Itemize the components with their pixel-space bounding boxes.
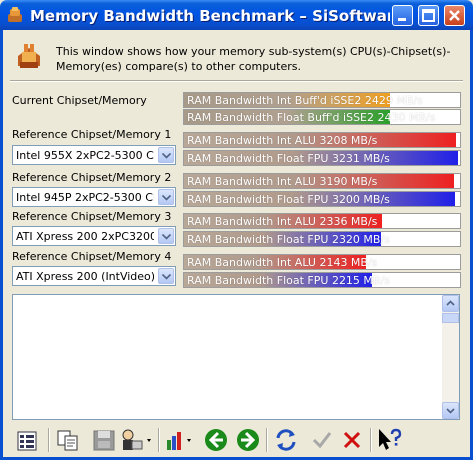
reference-4-int-bar-text: RAM Bandwidth Int ALU 2143 MB/s: [187, 256, 378, 269]
reference-3-value: ATI Xpress 200 2xPC3200 CL: [16, 230, 154, 243]
reference-1-dropdown-button[interactable]: [158, 147, 174, 163]
reference-1-float-bar-text: RAM Bandwidth Float FPU 3231 MB/s: [187, 152, 390, 165]
chevron-down-icon: [162, 153, 171, 159]
reference-4-label: Reference Chipset/Memory 4: [12, 250, 172, 263]
benchmark-icon: [18, 44, 40, 68]
scroll-up-button[interactable]: [442, 295, 459, 312]
minimize-button[interactable]: [392, 5, 413, 26]
report-icon: [17, 431, 37, 451]
cancel-button[interactable]: [338, 426, 366, 454]
ok-button[interactable]: [308, 426, 336, 454]
toolbar-separator: [370, 428, 372, 452]
current-float-bar: RAM Bandwidth Float Buff'd iSSE2 2430 MB…: [183, 109, 461, 125]
window-description: This window shows how your memory sub-sy…: [56, 45, 451, 73]
title-bar[interactable]: Memory Bandwidth Benchmark – SiSoftware …: [0, 0, 473, 30]
toolbar-separator: [48, 428, 50, 452]
report-button[interactable]: [14, 426, 42, 454]
reference-3-float-bar: RAM Bandwidth Float FPU 2320 MB/s: [183, 231, 461, 247]
reference-4-int-bar: RAM Bandwidth Int ALU 2143 MB/s: [183, 254, 461, 270]
forward-icon: [237, 429, 259, 451]
help-icon: [379, 428, 402, 450]
chart-icon: [167, 432, 191, 450]
chart-button[interactable]: [164, 426, 196, 454]
reference-2-int-bar-text: RAM Bandwidth Int ALU 3190 MB/s: [187, 175, 378, 188]
reference-1-int-bar: RAM Bandwidth Int ALU 3208 MB/s: [183, 132, 461, 148]
toolbar: [10, 424, 463, 456]
chevron-up-icon: [446, 300, 455, 306]
copy-icon: [57, 430, 78, 451]
reference-2-float-bar: RAM Bandwidth Float FPU 3200 MB/s: [183, 191, 461, 207]
reference-1-select[interactable]: Intel 955X 2xPC2-5300 CL5 D: [12, 145, 176, 165]
current-int-bar: RAM Bandwidth Int Buff'd iSSE2 2429 MB/s: [183, 92, 461, 108]
reference-3-label: Reference Chipset/Memory 3: [12, 210, 172, 223]
chevron-down-icon: [162, 234, 171, 240]
window-title: Memory Bandwidth Benchmark – SiSoftware …: [30, 7, 390, 25]
maximize-button[interactable]: [418, 5, 439, 26]
reference-2-select[interactable]: Intel 945P 2xPC2-5300 CL5 D: [12, 187, 176, 207]
reference-2-dropdown-button[interactable]: [158, 189, 174, 205]
cancel-icon: [343, 431, 361, 449]
refresh-button[interactable]: [272, 426, 300, 454]
scroll-thumb[interactable]: [442, 313, 459, 323]
chevron-down-icon: [446, 408, 455, 414]
reference-4-float-bar-text: RAM Bandwidth Float FPU 2215 MB/s: [187, 274, 390, 287]
save-icon: [93, 430, 115, 451]
back-button[interactable]: [202, 426, 230, 454]
forward-button[interactable]: [234, 426, 262, 454]
scroll-down-button[interactable]: [442, 402, 459, 419]
reference-4-select[interactable]: ATI Xpress 200 (IntVideo) 2x: [12, 266, 176, 286]
reference-4-value: ATI Xpress 200 (IntVideo) 2x: [16, 270, 154, 283]
reference-3-int-bar-text: RAM Bandwidth Int ALU 2336 MB/s: [187, 215, 378, 228]
reference-3-float-bar-text: RAM Bandwidth Float FPU 2320 MB/s: [187, 233, 390, 246]
ok-icon: [312, 432, 332, 449]
reference-1-float-bar: RAM Bandwidth Float FPU 3231 MB/s: [183, 150, 461, 166]
back-icon: [205, 429, 227, 451]
tools-button[interactable]: [118, 426, 154, 454]
chevron-down-icon: [162, 195, 171, 201]
reference-3-int-bar: RAM Bandwidth Int ALU 2336 MB/s: [183, 213, 461, 229]
close-icon: [449, 10, 460, 21]
refresh-icon: [276, 429, 296, 451]
current-memory-label: Current Chipset/Memory: [12, 94, 147, 107]
reference-4-float-bar: RAM Bandwidth Float FPU 2215 MB/s: [183, 272, 461, 288]
current-float-bar-text: RAM Bandwidth Float Buff'd iSSE2 2430 MB…: [187, 111, 436, 124]
toolbar-separator: [266, 428, 268, 452]
results-scrollbar[interactable]: [442, 295, 459, 419]
maximize-icon: [422, 9, 435, 22]
app-icon: [8, 7, 22, 22]
reference-3-select[interactable]: ATI Xpress 200 2xPC3200 CL: [12, 226, 176, 246]
close-button[interactable]: [444, 5, 465, 26]
reference-1-label: Reference Chipset/Memory 1: [12, 128, 172, 141]
reference-2-value: Intel 945P 2xPC2-5300 CL5 D: [16, 191, 154, 204]
reference-1-value: Intel 955X 2xPC2-5300 CL5 D: [16, 149, 154, 162]
copy-button[interactable]: [54, 426, 82, 454]
reference-2-float-bar-text: RAM Bandwidth Float FPU 3200 MB/s: [187, 193, 390, 206]
reference-4-dropdown-button[interactable]: [158, 268, 174, 284]
help-button[interactable]: [376, 426, 404, 454]
reference-2-int-bar: RAM Bandwidth Int ALU 3190 MB/s: [183, 173, 461, 189]
chevron-down-icon: [162, 274, 171, 280]
save-button[interactable]: [90, 426, 118, 454]
current-int-bar-text: RAM Bandwidth Int Buff'd iSSE2 2429 MB/s: [187, 94, 423, 107]
tools-icon: [122, 429, 151, 450]
minimize-icon: [398, 18, 406, 21]
header-divider: [10, 80, 463, 82]
reference-3-dropdown-button[interactable]: [158, 228, 174, 244]
reference-2-label: Reference Chipset/Memory 2: [12, 171, 172, 184]
toolbar-separator: [158, 428, 160, 452]
reference-1-int-bar-text: RAM Bandwidth Int ALU 3208 MB/s: [187, 134, 378, 147]
results-textarea[interactable]: [12, 294, 460, 420]
